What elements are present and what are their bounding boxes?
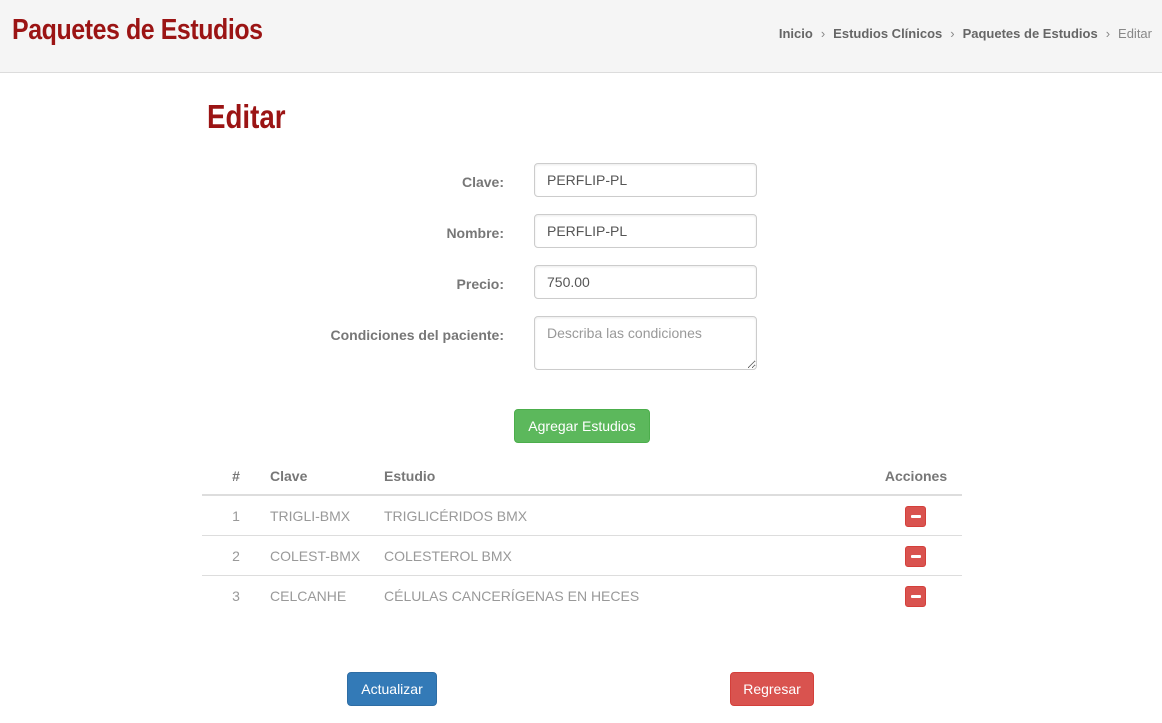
- table-row: 2 COLEST-BMX COLESTEROL BMX: [202, 535, 962, 576]
- column-header-number: #: [202, 458, 270, 496]
- row-actions: [870, 575, 962, 615]
- row-clave: TRIGLI-BMX: [270, 507, 351, 524]
- condiciones-textarea[interactable]: [534, 316, 757, 370]
- remove-study-button[interactable]: [905, 585, 926, 607]
- column-header-estudio: Estudio: [384, 458, 870, 496]
- precio-label: Precio:: [456, 276, 504, 292]
- page-title: Editar: [207, 98, 286, 135]
- clave-label: Clave:: [461, 174, 504, 190]
- breadcrumb-item-estudios-clinicos[interactable]: Estudios Clínicos: [833, 26, 942, 41]
- nombre-label: Nombre:: [446, 225, 504, 241]
- update-button[interactable]: Actualizar: [347, 672, 437, 706]
- row-number: 1: [232, 507, 240, 524]
- breadcrumb-item-inicio[interactable]: Inicio: [779, 26, 813, 41]
- column-header-clave: Clave: [270, 458, 384, 496]
- row-clave: COLEST-BMX: [270, 535, 384, 576]
- row-clave: CELCANHE: [270, 575, 384, 615]
- row-estudio: CÉLULAS CANCERÍGENAS EN HECES: [384, 575, 870, 615]
- row-actions: [870, 495, 962, 536]
- table-row: 3 CELCANHE CÉLULAS CANCERÍGENAS EN HECES: [202, 575, 962, 615]
- breadcrumb: Inicio › Estudios Clínicos › Paquetes de…: [779, 26, 1152, 41]
- add-studies-button[interactable]: Agregar Estudios: [514, 409, 650, 443]
- back-button[interactable]: Regresar: [730, 672, 814, 706]
- studies-table: # Clave Estudio Acciones 1 TRIGLI-BMX TR…: [202, 458, 962, 615]
- breadcrumb-separator: ›: [950, 26, 955, 41]
- row-estudio: COLESTEROL BMX: [384, 535, 870, 576]
- remove-study-button[interactable]: [905, 545, 926, 567]
- row-actions: [870, 535, 962, 576]
- remove-study-button[interactable]: [905, 505, 926, 527]
- table-row: 1 TRIGLI-BMX TRIGLICÉRIDOS BMX: [202, 495, 962, 536]
- minus-icon: [910, 514, 921, 518]
- clave-input[interactable]: [534, 163, 757, 197]
- minus-icon: [910, 554, 921, 558]
- breadcrumb-item-paquetes-de-estudios[interactable]: Paquetes de Estudios: [963, 26, 1098, 41]
- table-header-row: # Clave Estudio Acciones: [202, 458, 962, 496]
- breadcrumb-separator: ›: [820, 26, 826, 41]
- nombre-input[interactable]: [534, 214, 757, 248]
- column-header-acciones: Acciones: [870, 458, 962, 496]
- app-title: Paquetes de Estudios: [12, 14, 263, 46]
- row-estudio: TRIGLICÉRIDOS BMX: [384, 507, 528, 524]
- precio-input[interactable]: [534, 265, 757, 299]
- row-number: 2: [202, 535, 270, 576]
- condiciones-label: Condiciones del paciente:: [330, 327, 504, 343]
- minus-icon: [910, 594, 921, 598]
- breadcrumb-separator: ›: [1105, 26, 1111, 41]
- breadcrumb-item-editar: Editar: [1118, 26, 1152, 41]
- top-bar: Paquetes de Estudios Inicio › Estudios C…: [0, 0, 1162, 73]
- row-number: 3: [202, 575, 270, 615]
